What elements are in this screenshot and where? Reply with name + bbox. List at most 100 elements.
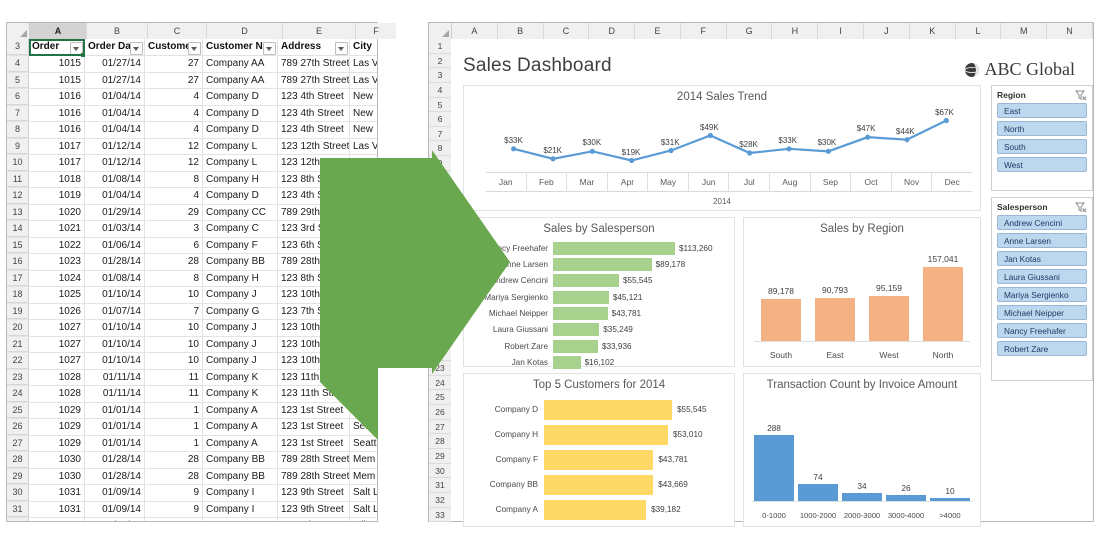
cell-cid[interactable]: 1 [145, 419, 203, 435]
cell-cname[interactable]: Company BB [203, 254, 278, 270]
header-order-date[interactable]: Order Da [85, 39, 145, 55]
cell-addr[interactable]: 123 9th Street [278, 501, 350, 517]
header-address[interactable]: Address [278, 39, 350, 55]
cell-cid[interactable]: 10 [145, 287, 203, 303]
dash-column-header-f[interactable]: F [680, 23, 727, 39]
cell-cid[interactable]: 7 [145, 303, 203, 319]
cell-addr[interactable]: 123 4th Street [278, 122, 350, 138]
slicer-item[interactable]: Jan Kotas [997, 251, 1087, 266]
cell-order[interactable]: 1018 [29, 171, 85, 187]
row-number[interactable]: 9 [7, 138, 29, 154]
dash-row-number[interactable]: 29 [429, 448, 451, 464]
cell-date[interactable]: 01/01/14 [85, 419, 145, 435]
cell-cid[interactable]: 27 [145, 72, 203, 88]
cell-date[interactable]: 01/06/14 [85, 237, 145, 253]
row-number[interactable]: 24 [7, 386, 29, 402]
filter-dropdown-icon[interactable] [263, 42, 276, 55]
row-number[interactable]: 25 [7, 402, 29, 418]
cell-order[interactable]: 1028 [29, 369, 85, 385]
cell-order[interactable]: 1031 [29, 485, 85, 501]
slicer-item[interactable]: Anne Larsen [997, 233, 1087, 248]
cell-date[interactable]: 01/10/14 [85, 320, 145, 336]
row-number[interactable]: 12 [7, 188, 29, 204]
row-number[interactable]: 26 [7, 419, 29, 435]
cell-order[interactable]: 1015 [29, 72, 85, 88]
cell-cid[interactable]: 4 [145, 122, 203, 138]
dash-column-header-n[interactable]: N [1047, 23, 1093, 39]
cell-order[interactable]: 1017 [29, 138, 85, 154]
cell-order[interactable]: 1022 [29, 237, 85, 253]
slicer-item[interactable]: Robert Zare [997, 341, 1087, 356]
cell-cname[interactable]: Company AA [203, 72, 278, 88]
select-all-corner[interactable] [429, 23, 452, 39]
row-number[interactable]: 8 [7, 122, 29, 138]
row-number[interactable]: 28 [7, 452, 29, 468]
row-number[interactable]: 5 [7, 72, 29, 88]
table-row[interactable]: 8 1016 01/04/14 4 Company D 123 4th Street New [7, 122, 377, 139]
cell-cname[interactable]: Company I [203, 501, 278, 517]
row-number[interactable]: 15 [7, 237, 29, 253]
row-number[interactable]: 21 [7, 336, 29, 352]
cell-cid[interactable]: 11 [145, 369, 203, 385]
slicer-item[interactable]: Michael Neipper [997, 305, 1087, 320]
cell-order[interactable]: 1027 [29, 353, 85, 369]
row-number[interactable]: 30 [7, 485, 29, 501]
filter-dropdown-icon[interactable] [130, 42, 143, 55]
cell-cname[interactable]: Company A [203, 435, 278, 451]
cell-date[interactable]: 01/10/14 [85, 353, 145, 369]
cell-cid[interactable]: 10 [145, 353, 203, 369]
row-number[interactable]: 14 [7, 221, 29, 237]
cell-cname[interactable]: Company K [203, 386, 278, 402]
cell-city[interactable]: New [350, 106, 377, 122]
cell-cname[interactable]: Company I [203, 485, 278, 501]
row-number[interactable]: 19 [7, 303, 29, 319]
cell-city[interactable]: Salt L [350, 485, 377, 501]
row-number[interactable]: 23 [7, 369, 29, 385]
cell-order[interactable]: 1027 [29, 336, 85, 352]
filter-dropdown-icon[interactable] [188, 42, 201, 55]
cell-order[interactable]: 1029 [29, 402, 85, 418]
cell-cname[interactable]: Company F [203, 518, 278, 521]
table-row[interactable]: 7 1016 01/04/14 4 Company D 123 4th Street New [7, 105, 377, 122]
cell-cid[interactable]: 27 [145, 56, 203, 72]
slicer-item[interactable]: North [997, 121, 1087, 136]
cell-order[interactable]: 1029 [29, 435, 85, 451]
row-number[interactable]: 11 [7, 171, 29, 187]
header-customer[interactable]: Customer [145, 39, 203, 55]
column-header-c[interactable]: C [148, 23, 207, 39]
cell-date[interactable]: 01/07/14 [85, 303, 145, 319]
column-header-e[interactable]: E [283, 23, 356, 39]
row-number[interactable]: 22 [7, 353, 29, 369]
cell-cid[interactable]: 9 [145, 485, 203, 501]
cell-date[interactable]: 01/08/14 [85, 171, 145, 187]
cell-cname[interactable]: Company J [203, 287, 278, 303]
dash-column-header-h[interactable]: H [772, 23, 819, 39]
row-number[interactable]: 3 [7, 39, 29, 55]
column-header-d[interactable]: D [207, 23, 283, 39]
cell-date[interactable]: 01/27/14 [85, 56, 145, 72]
chart-sales-by-region[interactable]: Sales by Region 89,178 90,793 95,159 157,04… [743, 217, 981, 367]
cell-date[interactable]: 01/11/14 [85, 369, 145, 385]
cell-cname[interactable]: Company L [203, 155, 278, 171]
cell-order[interactable]: 1023 [29, 254, 85, 270]
slicer-item[interactable]: South [997, 139, 1087, 154]
cell-date[interactable]: 01/09/14 [85, 485, 145, 501]
cell-date[interactable]: 01/04/14 [85, 105, 145, 121]
cell-cid[interactable]: 3 [145, 221, 203, 237]
cell-addr[interactable]: 123 4th Street [278, 89, 350, 105]
cell-date[interactable]: 01/11/14 [85, 386, 145, 402]
dash-row-number[interactable]: 1 [429, 39, 451, 54]
cell-cname[interactable]: Company BB [203, 452, 278, 468]
cell-date[interactable]: 01/09/14 [85, 501, 145, 517]
cell-cname[interactable]: Company CC [203, 204, 278, 220]
cell-city[interactable]: Milw [350, 518, 377, 521]
slicer-item[interactable]: Nancy Freehafer [997, 323, 1087, 338]
slicer-item[interactable]: Mariya Sergienko [997, 287, 1087, 302]
cell-addr[interactable]: 123 9th Street [278, 485, 350, 501]
cell-order[interactable]: 1030 [29, 452, 85, 468]
cell-date[interactable]: 01/06/14 [85, 518, 145, 521]
fill-handle[interactable] [81, 53, 85, 57]
cell-date[interactable]: 01/08/14 [85, 270, 145, 286]
dash-column-header-k[interactable]: K [909, 23, 956, 39]
cell-cname[interactable]: Company A [203, 402, 278, 418]
